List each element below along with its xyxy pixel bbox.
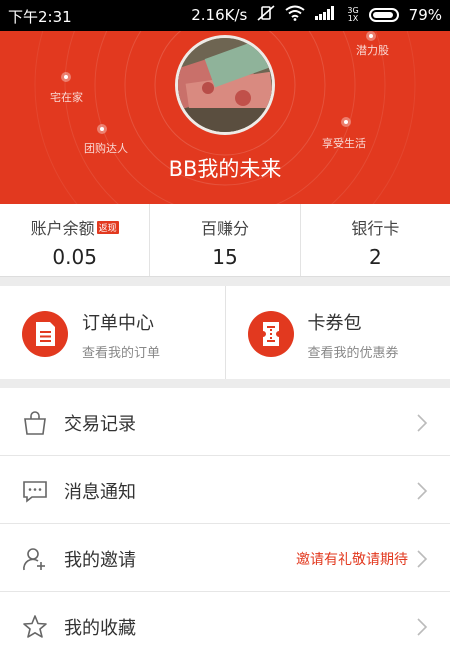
menu-label: 消息通知 bbox=[64, 482, 136, 503]
shopping-bag-icon bbox=[22, 410, 48, 436]
menu-item-favorites[interactable]: 我的收藏 bbox=[0, 592, 450, 655]
chevron-right-icon bbox=[416, 617, 428, 637]
add-user-icon bbox=[22, 546, 48, 572]
menu-label: 我的邀请 bbox=[64, 550, 136, 571]
stat-label: 百赚分 bbox=[200, 219, 249, 238]
wifi-icon bbox=[285, 5, 305, 25]
stat-balance[interactable]: 账户余额 返现 0.05 bbox=[0, 204, 151, 276]
order-center-card[interactable]: 订单中心 查看我的订单 bbox=[0, 286, 226, 379]
network-speed: 2.16K/s bbox=[191, 6, 248, 24]
battery-level: 79% bbox=[408, 6, 442, 24]
coupon-wallet-card[interactable]: 卡券包 查看我的优惠券 bbox=[226, 286, 450, 379]
chat-bubble-icon bbox=[22, 478, 48, 504]
tag-dot bbox=[61, 72, 71, 82]
ticket-icon bbox=[247, 311, 294, 357]
status-time: 下午2:31 bbox=[8, 8, 72, 26]
avatar[interactable] bbox=[175, 35, 275, 135]
username: BB我的未来 bbox=[168, 157, 282, 181]
stat-label: 账户余额 返现 bbox=[0, 215, 149, 239]
chevron-right-icon bbox=[416, 481, 428, 501]
stat-label: 银行卡 bbox=[351, 219, 400, 238]
stat-label-text: 账户余额 bbox=[30, 219, 95, 238]
stat-value: 2 bbox=[368, 245, 382, 269]
stat-bank-cards[interactable]: 银行卡 2 bbox=[301, 204, 450, 276]
tag-label: 宅在家 bbox=[50, 91, 83, 104]
menu-item-transactions[interactable]: 交易记录 bbox=[0, 388, 450, 456]
card-subtitle: 查看我的优惠券 bbox=[307, 346, 399, 361]
tag-label: 潜力股 bbox=[356, 44, 389, 57]
star-icon bbox=[22, 614, 48, 640]
network-type: 3G 1X bbox=[347, 7, 358, 23]
menu-label: 交易记录 bbox=[64, 414, 136, 435]
stat-value: 0.05 bbox=[52, 245, 97, 269]
quick-cards: 订单中心 查看我的订单 卡券包 查看我的优惠券 bbox=[0, 286, 450, 379]
tag-dot bbox=[366, 31, 376, 41]
card-title: 卡券包 bbox=[307, 313, 362, 334]
status-bar: 下午2:31 2.16K/s 3G 1X 79% bbox=[0, 0, 450, 31]
account-stats: 账户余额 返现 0.05 百赚分 15 银行卡 2 bbox=[0, 204, 450, 277]
cashback-badge: 返现 bbox=[96, 221, 119, 234]
menu-list: 交易记录 消息通知 我的邀请 邀请有礼敬请期待 我的收藏 bbox=[0, 388, 450, 655]
tag-dot bbox=[97, 124, 107, 134]
card-subtitle: 查看我的订单 bbox=[82, 346, 161, 361]
menu-item-notifications[interactable]: 消息通知 bbox=[0, 456, 450, 524]
tag-dot bbox=[341, 117, 351, 127]
profile-header: 潜力股 宅在家 团购达人 享受生活 BB我的未来 bbox=[0, 31, 450, 204]
invitation-promo-text: 邀请有礼敬请期待 bbox=[296, 552, 408, 568]
menu-label: 我的收藏 bbox=[64, 618, 136, 639]
network-type-bottom: 1X bbox=[347, 14, 359, 23]
document-icon bbox=[22, 311, 68, 357]
chevron-right-icon bbox=[416, 413, 428, 433]
card-title: 订单中心 bbox=[82, 313, 154, 334]
tag-label: 享受生活 bbox=[322, 137, 366, 150]
menu-item-invitations[interactable]: 我的邀请 邀请有礼敬请期待 bbox=[0, 524, 450, 592]
vibrate-mute-icon bbox=[257, 5, 275, 25]
chevron-right-icon bbox=[416, 549, 428, 569]
stat-value: 15 bbox=[212, 245, 238, 269]
status-right-group: 2.16K/s 3G 1X 79% bbox=[191, 5, 442, 25]
battery-icon bbox=[368, 8, 399, 22]
stat-points[interactable]: 百赚分 15 bbox=[150, 204, 301, 276]
signal-icon bbox=[315, 6, 337, 24]
